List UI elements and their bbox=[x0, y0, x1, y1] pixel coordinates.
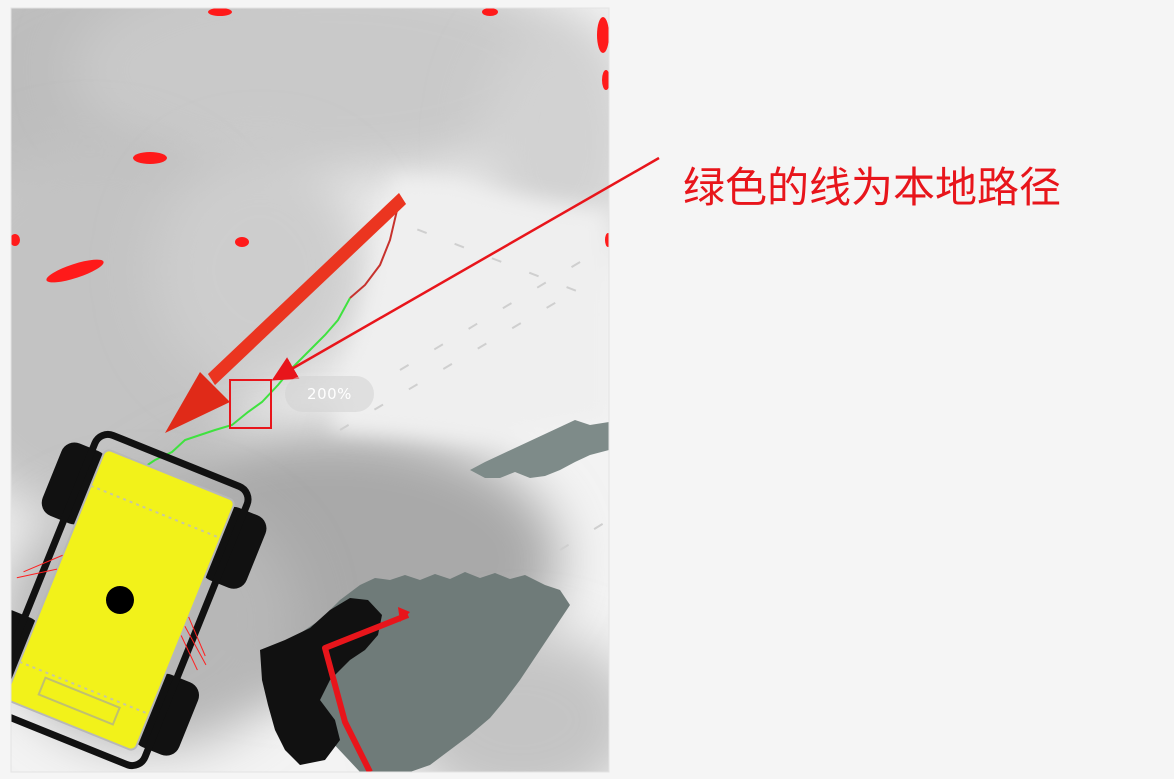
annotation-caption: 绿色的线为本地路径 bbox=[683, 163, 1062, 212]
zoom-indicator: 200% bbox=[285, 376, 374, 412]
rviz-map-view[interactable] bbox=[0, 0, 1174, 779]
